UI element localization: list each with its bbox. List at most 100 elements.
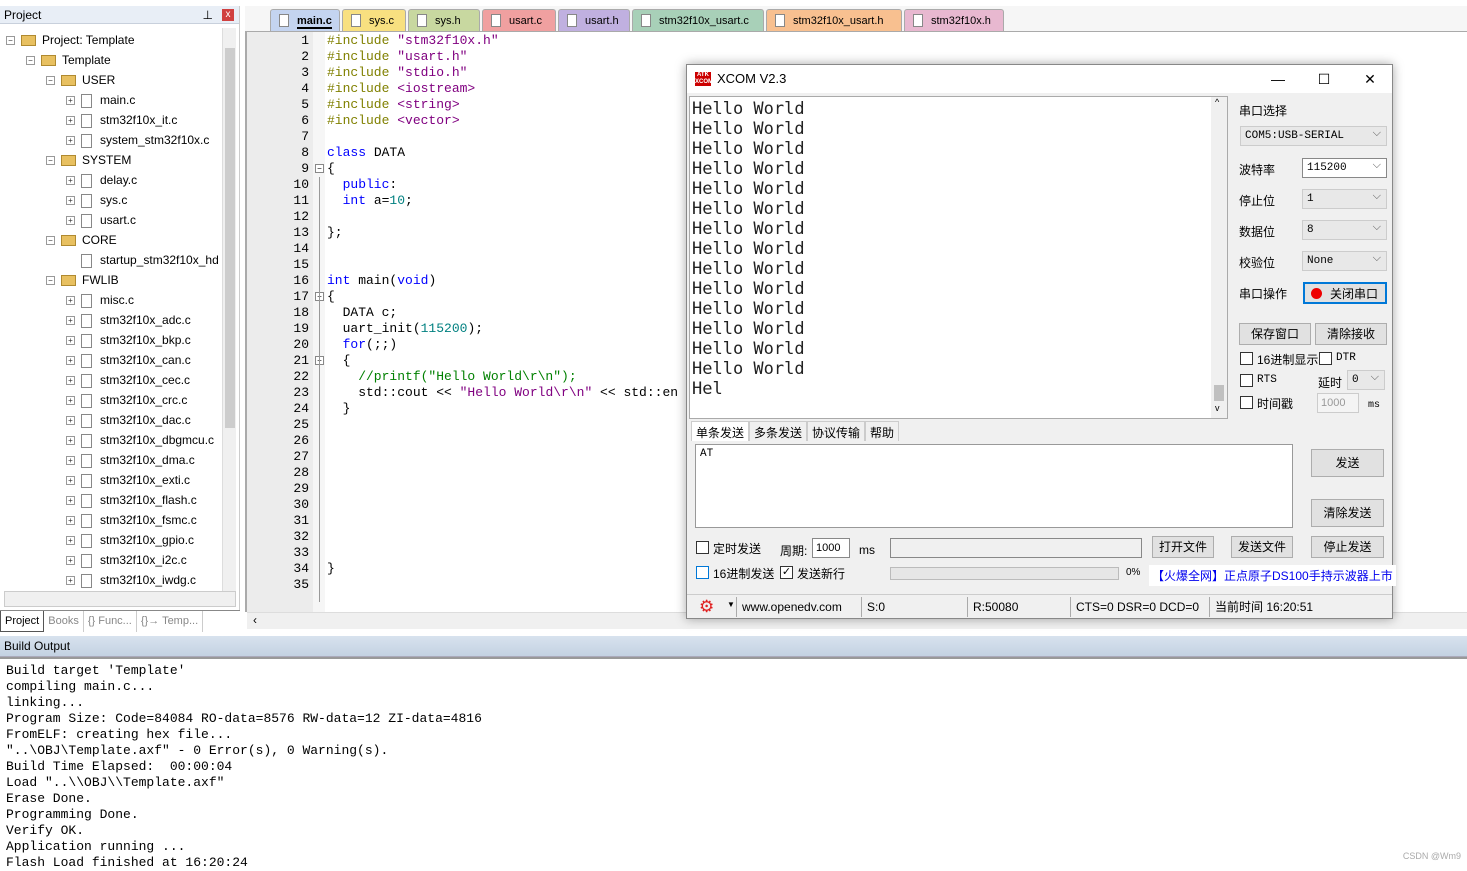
expand-toggle-icon[interactable]: + (66, 476, 75, 486)
tree-item[interactable]: + delay.c (66, 170, 137, 190)
tree-item[interactable]: − CORE (46, 230, 117, 250)
scroll-left-icon[interactable]: ‹ (253, 613, 257, 627)
tree-item[interactable]: + stm32f10x_crc.c (66, 390, 187, 410)
send-tab[interactable]: 协议传输 (807, 421, 866, 441)
tree-item[interactable]: + usart.c (66, 210, 136, 230)
expand-toggle-icon[interactable]: + (66, 176, 75, 186)
file-path-input[interactable] (890, 538, 1142, 558)
expand-toggle-icon[interactable]: + (66, 376, 75, 386)
baud-select[interactable]: 115200 (1302, 157, 1387, 178)
tree-item[interactable]: + sys.c (66, 190, 127, 210)
expand-toggle-icon[interactable]: + (66, 416, 75, 426)
dropdown-arrow-icon[interactable]: ▼ (727, 600, 735, 609)
send-tab[interactable]: 帮助 (865, 421, 900, 441)
fold-toggle-icon[interactable]: − (315, 164, 324, 173)
expand-toggle-icon[interactable]: + (66, 496, 75, 506)
expand-toggle-icon[interactable]: + (66, 396, 75, 406)
settings-gear-icon[interactable]: ⚙ (699, 597, 714, 617)
stop-bits-select[interactable]: 1 (1302, 188, 1387, 209)
editor-tab[interactable]: usart.h (558, 9, 630, 31)
bottom-tab[interactable]: {} Func... (84, 611, 137, 632)
tree-item[interactable]: + stm32f10x_dbgmcu.c (66, 430, 214, 450)
save-window-button[interactable]: 保存窗口 (1239, 323, 1311, 345)
editor-tab[interactable]: sys.h (408, 9, 480, 31)
expand-toggle-icon[interactable]: + (66, 456, 75, 466)
expand-toggle-icon[interactable]: + (66, 96, 75, 106)
tree-item[interactable]: + system_stm32f10x.c (66, 130, 209, 150)
expand-toggle-icon[interactable]: + (66, 136, 75, 146)
send-button[interactable]: 发送 (1311, 449, 1384, 477)
expand-toggle-icon[interactable]: + (66, 516, 75, 526)
timestamp-input[interactable]: 1000 (1317, 393, 1359, 413)
tree-item[interactable]: − Template (26, 50, 111, 70)
expand-toggle-icon[interactable]: − (46, 76, 55, 86)
expand-toggle-icon[interactable]: − (6, 36, 15, 46)
editor-tab[interactable]: sys.c (342, 9, 406, 31)
timed-send-checkbox[interactable] (696, 541, 709, 554)
tree-item[interactable]: + stm32f10x_dma.c (66, 450, 195, 470)
delay-select[interactable]: 0 (1347, 369, 1385, 390)
expand-toggle-icon[interactable]: − (46, 276, 55, 286)
editor-tab[interactable]: stm32f10x.h (904, 9, 1004, 31)
bottom-tab[interactable]: Project (0, 611, 45, 632)
port-select[interactable]: COM5:USB-SERIAL (1240, 125, 1387, 146)
tree-item[interactable]: + stm32f10x_cec.c (66, 370, 190, 390)
minimize-button[interactable]: — (1255, 65, 1301, 93)
send-tab[interactable]: 单条发送 (691, 421, 750, 441)
expand-toggle-icon[interactable]: + (66, 216, 75, 226)
rts-checkbox[interactable] (1240, 374, 1253, 387)
expand-toggle-icon[interactable]: + (66, 316, 75, 326)
expand-toggle-icon[interactable]: + (66, 336, 75, 346)
editor-tab[interactable]: usart.c (482, 9, 556, 31)
tree-item[interactable]: − Project: Template (6, 30, 135, 50)
editor-tab[interactable]: stm32f10x_usart.h (766, 9, 902, 31)
tree-item[interactable]: + stm32f10x_fsmc.c (66, 510, 197, 530)
tree-horizontal-scrollbar[interactable] (4, 591, 236, 607)
timestamp-checkbox[interactable] (1240, 396, 1253, 409)
tree-vertical-scrollbar[interactable] (222, 28, 236, 598)
tree-item[interactable]: − FWLIB (46, 270, 119, 290)
editor-tab[interactable]: main.c (270, 9, 340, 31)
tree-item[interactable]: − SYSTEM (46, 150, 131, 170)
maximize-button[interactable]: ☐ (1301, 65, 1347, 93)
expand-toggle-icon[interactable]: + (66, 536, 75, 546)
receive-scrollbar[interactable]: ^ v (1211, 97, 1227, 418)
tree-item[interactable]: + main.c (66, 90, 135, 110)
tree-item[interactable]: + stm32f10x_flash.c (66, 490, 197, 510)
tree-item[interactable]: + stm32f10x_iwdg.c (66, 570, 196, 590)
expand-toggle-icon[interactable]: − (46, 236, 55, 246)
close-button[interactable]: ✕ (1347, 65, 1393, 93)
tree-item[interactable]: + stm32f10x_i2c.c (66, 550, 187, 570)
tree-item[interactable]: + stm32f10x_bkp.c (66, 330, 191, 350)
tree-item[interactable]: + misc.c (66, 290, 134, 310)
expand-toggle-icon[interactable]: + (66, 356, 75, 366)
close-icon[interactable]: x (222, 9, 234, 21)
tree-item[interactable]: + stm32f10x_exti.c (66, 470, 190, 490)
send-text-area[interactable]: AT (695, 444, 1293, 528)
expand-toggle-icon[interactable]: + (66, 556, 75, 566)
open-file-button[interactable]: 打开文件 (1152, 536, 1214, 558)
tree-item[interactable]: − USER (46, 70, 115, 90)
close-port-button[interactable]: 关闭串口 (1303, 282, 1387, 304)
dtr-checkbox[interactable] (1319, 352, 1332, 365)
parity-select[interactable]: None (1302, 250, 1387, 271)
editor-tab[interactable]: stm32f10x_usart.c (632, 9, 764, 31)
clear-receive-button[interactable]: 清除接收 (1315, 323, 1387, 345)
send-tab[interactable]: 多条发送 (749, 421, 808, 441)
tree-item[interactable]: + stm32f10x_it.c (66, 110, 177, 130)
ad-link[interactable]: 【火爆全网】正点原子DS100手持示波器上市 (1149, 565, 1396, 586)
expand-toggle-icon[interactable]: + (66, 436, 75, 446)
expand-toggle-icon[interactable]: + (66, 296, 75, 306)
hex-display-checkbox[interactable] (1240, 352, 1253, 365)
hex-send-checkbox[interactable] (696, 566, 709, 579)
receive-area[interactable]: Hello World Hello World Hello World Hello W… (689, 96, 1228, 419)
newline-checkbox[interactable]: ✓ (780, 566, 793, 579)
expand-toggle-icon[interactable]: − (26, 56, 35, 66)
data-bits-select[interactable]: 8 (1302, 219, 1387, 240)
bottom-tab[interactable]: Books (44, 611, 84, 632)
expand-toggle-icon[interactable]: + (66, 196, 75, 206)
expand-toggle-icon[interactable]: + (66, 116, 75, 126)
website-link[interactable]: www.openedv.com (736, 597, 842, 617)
send-file-button[interactable]: 发送文件 (1231, 536, 1293, 558)
tree-item[interactable]: +startup_stm32f10x_hd (66, 250, 219, 270)
